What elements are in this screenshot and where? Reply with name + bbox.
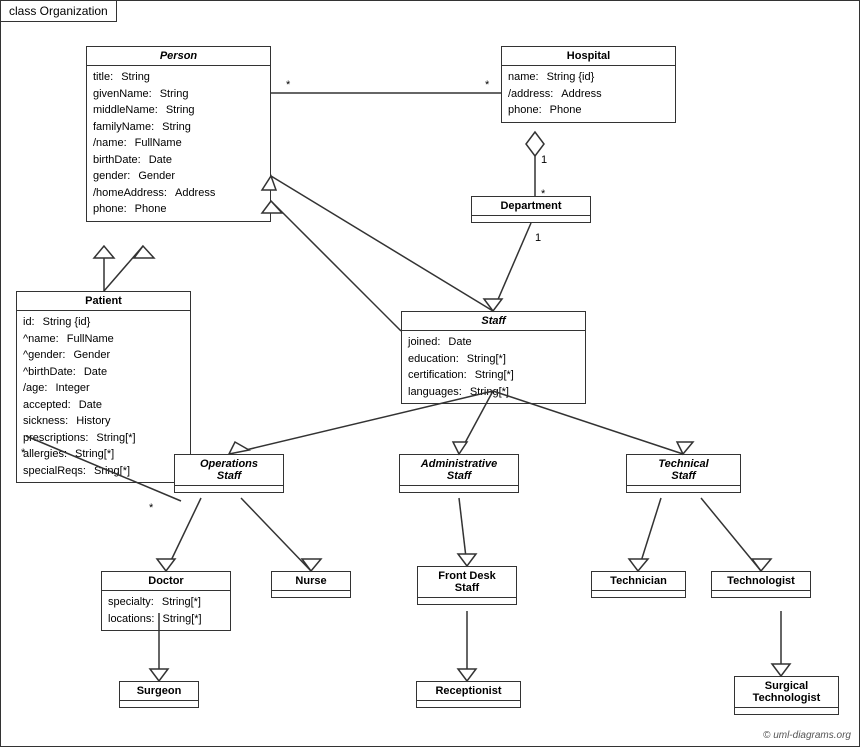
front-desk-staff-body xyxy=(418,598,516,604)
doctor-header: Doctor xyxy=(102,572,230,591)
doctor-body: specialty:String[*] locations:String[*] xyxy=(102,591,230,630)
person-hospital-star-left: * xyxy=(286,79,291,91)
dept-staff-star: * xyxy=(486,297,491,309)
patient-ops-star: * xyxy=(149,502,154,514)
staff-header: Staff xyxy=(402,312,585,331)
patient-class: Patient id:String {id} ^name:FullName ^g… xyxy=(16,291,191,483)
operations-staff-body xyxy=(175,486,283,492)
surgeon-class: Surgeon xyxy=(119,681,199,708)
person-class: Person title:String givenName:String mid… xyxy=(86,46,271,222)
person-body: title:String givenName:String middleName… xyxy=(87,66,270,221)
receptionist-body xyxy=(417,701,520,707)
operations-staff-class: Operations Staff xyxy=(174,454,284,493)
hospital-class: Hospital name:String {id} /address:Addre… xyxy=(501,46,676,123)
nurse-header: Nurse xyxy=(272,572,350,591)
technician-body xyxy=(592,591,685,597)
patient-body: id:String {id} ^name:FullName ^gender:Ge… xyxy=(17,311,190,482)
department-body xyxy=(472,216,590,222)
technical-staff-header: Technical Staff xyxy=(627,455,740,486)
technologist-body xyxy=(712,591,810,597)
administrative-staff-header: Administrative Staff xyxy=(400,455,518,486)
front-desk-staff-class: Front Desk Staff xyxy=(417,566,517,605)
administrative-staff-class: Administrative Staff xyxy=(399,454,519,493)
technical-staff-body xyxy=(627,486,740,492)
hospital-header: Hospital xyxy=(502,47,675,66)
technician-header: Technician xyxy=(592,572,685,591)
technical-staff-class: Technical Staff xyxy=(626,454,741,493)
surgical-technologist-class: Surgical Technologist xyxy=(734,676,839,715)
person-header: Person xyxy=(87,47,270,66)
hospital-dept-one: 1 xyxy=(541,154,547,166)
surgeon-body xyxy=(120,701,198,707)
surgical-technologist-body xyxy=(735,708,838,714)
receptionist-header: Receptionist xyxy=(417,682,520,701)
patient-header: Patient xyxy=(17,292,190,311)
doctor-class: Doctor specialty:String[*] locations:Str… xyxy=(101,571,231,631)
copyright: © uml-diagrams.org xyxy=(763,730,851,741)
nurse-body xyxy=(272,591,350,597)
surgeon-header: Surgeon xyxy=(120,682,198,701)
surgical-technologist-header: Surgical Technologist xyxy=(735,677,838,708)
operations-staff-header: Operations Staff xyxy=(175,455,283,486)
diagram-title: class Organization xyxy=(1,1,117,22)
nurse-class: Nurse xyxy=(271,571,351,598)
technologist-class: Technologist xyxy=(711,571,811,598)
receptionist-class: Receptionist xyxy=(416,681,521,708)
department-class: Department xyxy=(471,196,591,223)
dept-staff-one: 1 xyxy=(535,232,541,244)
diagram-container: class Organization Person title:String g… xyxy=(0,0,860,747)
technician-class: Technician xyxy=(591,571,686,598)
department-header: Department xyxy=(472,197,590,216)
administrative-staff-body xyxy=(400,486,518,492)
staff-body: joined:Date education:String[*] certific… xyxy=(402,331,585,403)
hospital-body: name:String {id} /address:Address phone:… xyxy=(502,66,675,122)
front-desk-staff-header: Front Desk Staff xyxy=(418,567,516,598)
technologist-header: Technologist xyxy=(712,572,810,591)
staff-class: Staff joined:Date education:String[*] ce… xyxy=(401,311,586,404)
person-hospital-star-right: * xyxy=(485,79,490,91)
